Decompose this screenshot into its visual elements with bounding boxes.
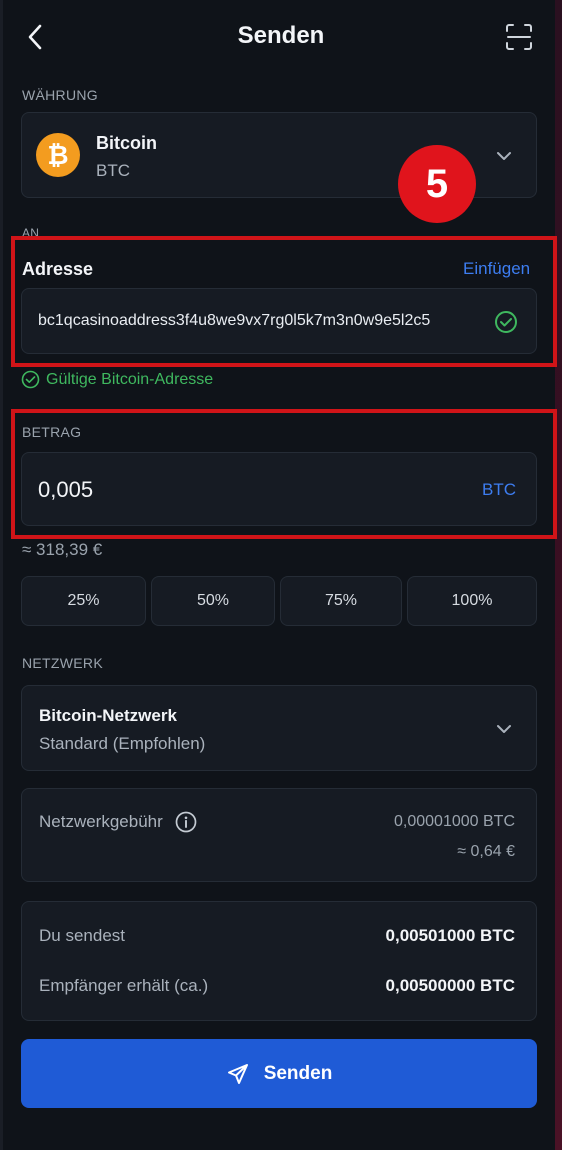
address-value: bc1qcasinoaddress3f4u8we9vx7rg0l5k7m3n0w… bbox=[38, 312, 431, 329]
currency-section-label: WÄHRUNG bbox=[22, 87, 98, 103]
currency-name: Bitcoin bbox=[96, 133, 157, 153]
chevron-down-icon bbox=[494, 719, 514, 744]
send-button-label: Senden bbox=[263, 1062, 333, 1084]
scan-icon bbox=[506, 24, 532, 50]
currency-ticker: BTC bbox=[96, 161, 130, 180]
you-send-label: Du sendest bbox=[39, 926, 125, 945]
amount-input[interactable] bbox=[21, 452, 537, 526]
valid-check-icon bbox=[21, 370, 40, 394]
receiver-value: 0,00500000 BTC bbox=[385, 976, 515, 995]
fee-btc: 0,00001000 BTC bbox=[394, 813, 515, 830]
info-icon[interactable] bbox=[175, 811, 197, 838]
valid-address-text: Gültige Bitcoin-Adresse bbox=[46, 371, 214, 388]
bitcoin-icon: ₿ bbox=[36, 133, 80, 177]
you-send-value: 0,00501000 BTC bbox=[385, 926, 515, 945]
step-badge: 5 bbox=[398, 145, 476, 223]
network-section-label: NETZWERK bbox=[22, 655, 103, 671]
paste-button[interactable]: Einfügen bbox=[463, 259, 530, 279]
check-circle-icon bbox=[494, 310, 518, 339]
network-selector[interactable] bbox=[21, 685, 537, 771]
quick-amount-75-button[interactable]: 75% bbox=[280, 576, 402, 626]
network-speed: Standard (Empfohlen) bbox=[39, 734, 206, 753]
quick-amount-50-button[interactable]: 50% bbox=[151, 576, 275, 626]
network-name: Bitcoin-Netzwerk bbox=[39, 706, 177, 725]
fiat-equivalent: ≈ 318,39 € bbox=[22, 540, 103, 559]
quick-amount-25-button[interactable]: 25% bbox=[21, 576, 146, 626]
quick-amount-100-button[interactable]: 100% bbox=[407, 576, 537, 626]
amount-value: 0,005 bbox=[38, 477, 94, 502]
send-icon bbox=[227, 1063, 248, 1084]
left-edge bbox=[0, 0, 3, 1150]
scan-button[interactable] bbox=[504, 22, 534, 52]
page-title: Senden bbox=[237, 22, 325, 49]
summary-card bbox=[21, 901, 537, 1021]
fee-label: Netzwerkgebühr bbox=[39, 812, 163, 831]
amount-unit: BTC bbox=[482, 480, 516, 499]
fee-card bbox=[21, 788, 537, 882]
fee-fiat: ≈ 0,64 € bbox=[457, 843, 515, 860]
address-label: Adresse bbox=[22, 259, 94, 279]
amount-section-label: BETRAG bbox=[22, 424, 82, 440]
receiver-label: Empfänger erhält (ca.) bbox=[39, 976, 209, 995]
chevron-down-icon bbox=[494, 146, 514, 171]
send-button[interactable]: Senden bbox=[21, 1039, 537, 1108]
right-edge bbox=[555, 0, 562, 1150]
